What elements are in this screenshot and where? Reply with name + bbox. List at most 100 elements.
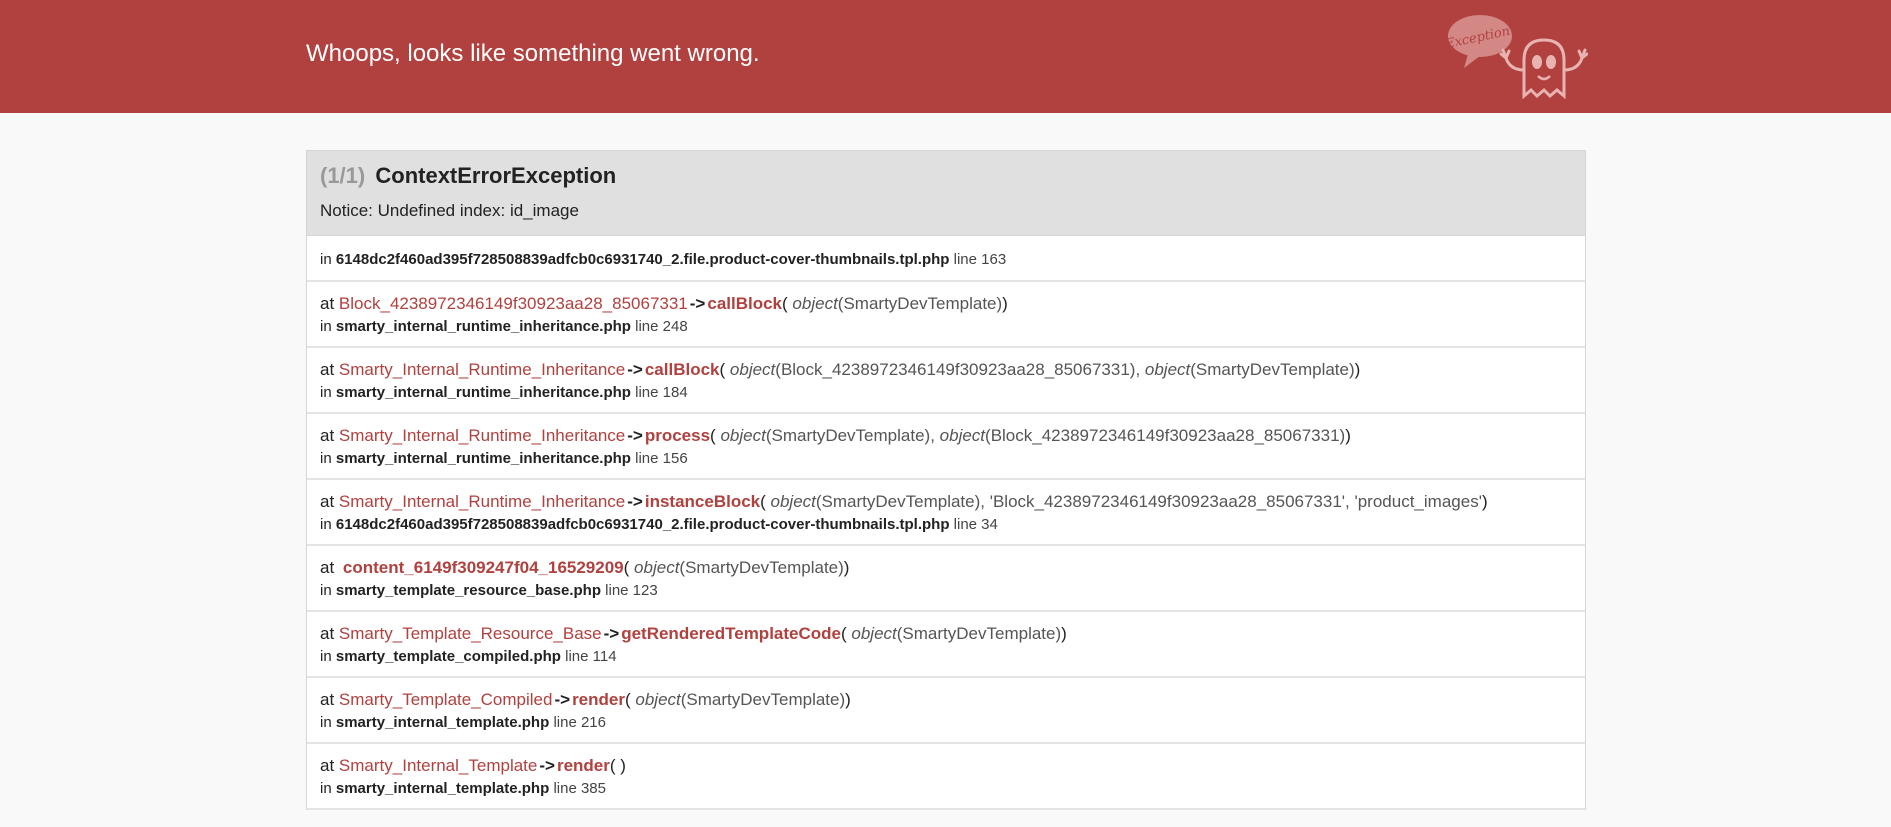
trace-arrow: -> <box>603 624 620 643</box>
trace-function: callBlock <box>707 294 783 313</box>
trace-row: at Block_4238972346149f30923aa28_8506733… <box>307 282 1585 348</box>
exception-container: (1/1) ContextErrorException Notice: Unde… <box>306 150 1586 810</box>
trace-location: in smarty_internal_runtime_inheritance.p… <box>320 383 1573 403</box>
trace-at: at <box>320 624 335 643</box>
trace-location: in smarty_template_compiled.php line 114 <box>320 647 1573 667</box>
trace-in: in <box>320 780 332 797</box>
trace-line: line 34 <box>953 516 998 533</box>
trace-function: render <box>556 756 610 775</box>
trace-call: at content_6149f309247f04_16529209( obje… <box>320 555 1573 581</box>
trace-args-close: ) <box>1345 426 1351 445</box>
trace-call: at Smarty_Template_Compiled -> render( obj… <box>320 687 1573 713</box>
trace-args: object(SmartyDevTemplate), object(Block_… <box>720 426 1346 445</box>
trace-args-open: ( <box>609 756 616 775</box>
trace-args: object(SmartyDevTemplate), 'Block_423897… <box>770 492 1482 511</box>
trace-location: in 6148dc2f460ad395f728508839adfcb0c6931… <box>320 515 1573 535</box>
trace-function: getRenderedTemplateCode <box>621 624 841 643</box>
trace-line: line 123 <box>605 582 658 599</box>
exception-message: Notice: Undefined index: id_image <box>320 201 579 220</box>
trace-at: at <box>320 558 335 577</box>
trace-location: in smarty_internal_runtime_inheritance.p… <box>320 449 1573 469</box>
trace-call: at Smarty_Internal_Runtime_Inheritance ->… <box>320 423 1573 449</box>
trace-args-close: ) <box>1061 624 1067 643</box>
trace-args: object(SmartyDevTemplate) <box>851 624 1062 643</box>
trace-line: line 248 <box>635 318 688 335</box>
trace-at: at <box>320 360 335 379</box>
trace-function: callBlock <box>644 360 720 379</box>
trace-row: at content_6149f309247f04_16529209( obje… <box>307 546 1585 612</box>
trace-at: at <box>320 492 335 511</box>
trace-class: Smarty_Internal_Runtime_Inheritance <box>338 426 626 445</box>
trace-file: smarty_internal_runtime_inheritance.php <box>335 384 631 401</box>
trace-args: object(SmartyDevTemplate) <box>792 294 1003 313</box>
trace-args: object(SmartyDevTemplate) <box>635 690 846 709</box>
trace-file: smarty_internal_template.php <box>335 714 550 731</box>
trace-row: at Smarty_Internal_Runtime_Inheritance ->… <box>307 480 1585 546</box>
trace-at: at <box>320 426 335 445</box>
trace-in: in <box>320 714 332 731</box>
trace-in: in <box>320 450 332 467</box>
trace-args-close: ) <box>620 756 626 775</box>
exception-location: in 6148dc2f460ad395f728508839adfcb0c6931… <box>307 236 1585 282</box>
trace-file: smarty_internal_template.php <box>335 780 550 797</box>
trace-arrow: -> <box>539 756 555 775</box>
trace-in: in <box>320 384 332 401</box>
trace-call: at Smarty_Internal_Runtime_Inheritance ->… <box>320 489 1573 515</box>
trace-class: Smarty_Internal_Runtime_Inheritance <box>338 360 626 379</box>
trace-in: in <box>320 582 332 599</box>
trace-args-close: ) <box>843 558 850 577</box>
exception-class: ContextErrorException <box>375 163 617 188</box>
trace-arrow: -> <box>554 690 571 709</box>
trace-row: at Smarty_Template_Resource_Base -> getRen… <box>307 612 1585 678</box>
trace-call: at Smarty_Internal_Runtime_Inheritance ->… <box>320 357 1573 383</box>
trace-args-close: ) <box>1002 294 1008 313</box>
trace-in: in <box>320 648 332 665</box>
trace-location: in smarty_template_resource_base.php lin… <box>320 581 1573 601</box>
trace-line: line 156 <box>635 450 688 467</box>
trace-location: in smarty_internal_template.php line 216 <box>320 713 1573 733</box>
trace-call: at Smarty_Template_Resource_Base -> getRen… <box>320 621 1573 647</box>
trace-class: Smarty_Template_Resource_Base <box>338 624 602 643</box>
trace-call: at Smarty_Internal_Template -> render( ) <box>320 753 1573 779</box>
trace-file: 6148dc2f460ad395f728508839adfcb0c6931740… <box>335 251 950 268</box>
trace-arrow: -> <box>689 294 706 313</box>
exception-ghost-logo: Exception! <box>1446 15 1588 100</box>
exception-header: (1/1) ContextErrorException Notice: Unde… <box>306 150 1586 235</box>
stack-trace: in 6148dc2f460ad395f728508839adfcb0c6931… <box>306 235 1586 810</box>
trace-line: line 385 <box>553 780 606 797</box>
trace-line: line 184 <box>635 384 688 401</box>
trace-args-close: ) <box>845 690 851 709</box>
trace-arrow: -> <box>627 360 643 379</box>
trace-file: smarty_internal_runtime_inheritance.php <box>335 318 631 335</box>
error-header: Whoops, looks like something went wrong.… <box>0 0 1891 113</box>
trace-args-close: ) <box>1354 360 1361 379</box>
exception-title: (1/1) ContextErrorException <box>320 163 1573 189</box>
trace-row: at Smarty_Internal_Runtime_Inheritance ->… <box>307 348 1585 414</box>
trace-file: smarty_template_resource_base.php <box>335 582 601 599</box>
trace-call: at Block_4238972346149f30923aa28_8506733… <box>320 291 1573 317</box>
trace-arrow: -> <box>627 492 643 511</box>
trace-at: at <box>320 294 335 313</box>
trace-args: object(Block_4238972346149f30923aa28_850… <box>729 360 1355 379</box>
trace-location: in smarty_internal_template.php line 385 <box>320 779 1573 799</box>
trace-file: 6148dc2f460ad395f728508839adfcb0c6931740… <box>335 516 950 533</box>
trace-row: at Smarty_Internal_Runtime_Inheritance ->… <box>307 414 1585 480</box>
trace-file: smarty_internal_runtime_inheritance.php <box>335 450 631 467</box>
trace-class: Smarty_Internal_Template <box>338 756 538 775</box>
trace-class: Block_4238972346149f30923aa28_85067331 <box>338 294 688 313</box>
trace-line: line 216 <box>553 714 606 731</box>
trace-args-close: ) <box>1481 492 1488 511</box>
trace-file: smarty_template_compiled.php <box>335 648 561 665</box>
trace-function: instanceBlock <box>644 492 761 511</box>
exception-count: (1/1) <box>320 163 366 188</box>
trace-row: at Smarty_Template_Compiled -> render( obj… <box>307 678 1585 744</box>
trace-line: line 114 <box>565 648 617 665</box>
trace-in: in <box>320 516 332 533</box>
trace-function: process <box>644 426 711 445</box>
trace-line: line 163 <box>953 251 1007 268</box>
trace-at: at <box>320 756 335 775</box>
trace-arrow: -> <box>627 426 643 445</box>
trace-in: in <box>320 318 332 335</box>
trace-class: Smarty_Template_Compiled <box>338 690 553 709</box>
trace-function: render <box>572 690 625 709</box>
